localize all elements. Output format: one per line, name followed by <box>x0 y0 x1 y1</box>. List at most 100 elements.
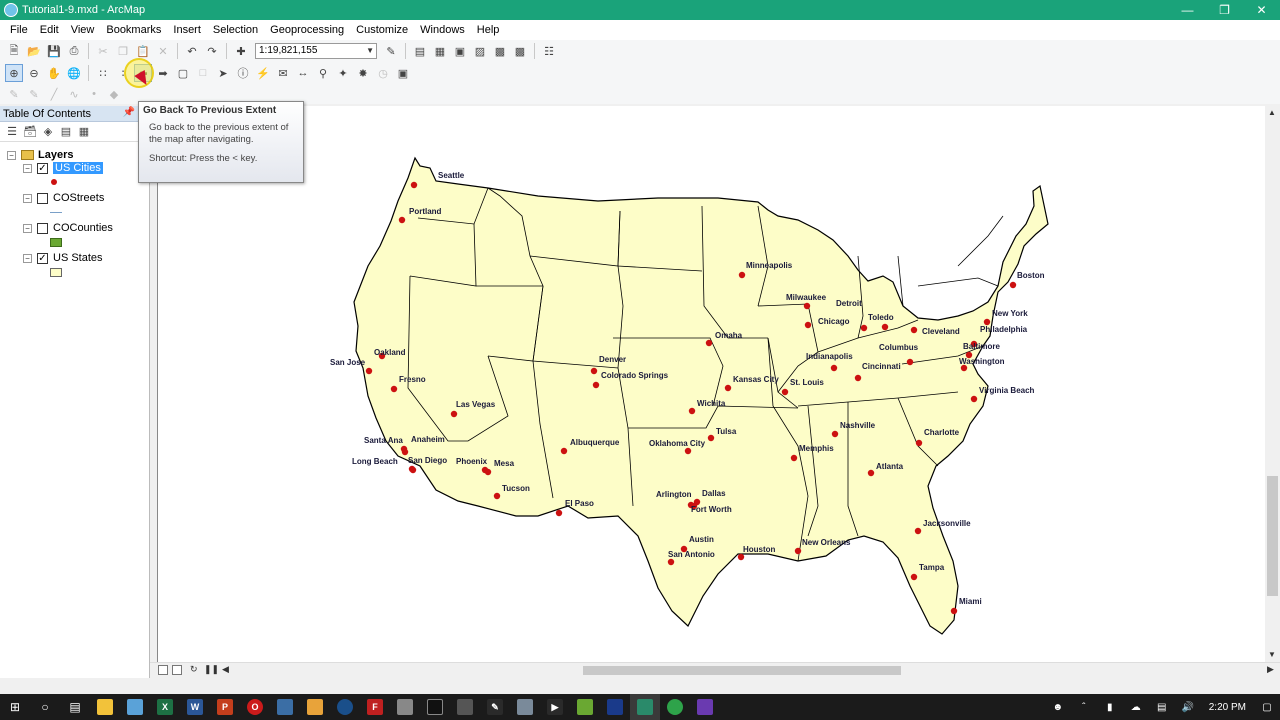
city-point-toledo[interactable] <box>881 323 889 331</box>
add-data-icon[interactable]: ✚ <box>232 42 250 60</box>
city-point-indianapolis[interactable] <box>830 364 838 372</box>
city-point-kansas-city[interactable] <box>724 384 732 392</box>
layer-row-cocounties[interactable]: − COCounties <box>23 221 113 235</box>
menu-help[interactable]: Help <box>471 20 506 40</box>
time-slider-icon[interactable]: ◷ <box>374 64 392 82</box>
collapse-icon[interactable]: − <box>23 253 32 263</box>
scroll-thumb[interactable] <box>1267 476 1278 596</box>
html-popup-icon[interactable]: ✉ <box>274 64 292 82</box>
city-point-virginia-beach[interactable] <box>970 395 978 403</box>
map-scale-combobox[interactable]: 1:19,821,155 ▼ <box>255 43 377 59</box>
city-point-jacksonville[interactable] <box>914 527 922 535</box>
scroll-right-icon[interactable]: ▶ <box>1267 664 1274 675</box>
toc-options-icon[interactable]: ▦ <box>76 124 92 140</box>
toc-layers-root[interactable]: − Layers <box>7 148 73 162</box>
menu-bookmarks[interactable]: Bookmarks <box>100 20 167 40</box>
pause-drawing-icon[interactable]: ❚❚ <box>204 664 219 675</box>
city-point-san-antonio[interactable] <box>667 558 675 566</box>
calculator-icon[interactable] <box>450 694 480 720</box>
zoom-in-icon[interactable]: ⊕ <box>5 64 23 82</box>
pen-icon[interactable]: ✎ <box>480 694 510 720</box>
app-icon[interactable] <box>600 694 630 720</box>
layer-name-us-cities[interactable]: US Cities <box>53 162 103 174</box>
menu-edit[interactable]: Edit <box>34 20 65 40</box>
city-point-tulsa[interactable] <box>707 434 715 442</box>
menu-geoprocessing[interactable]: Geoprocessing <box>264 20 350 40</box>
city-point-denver[interactable] <box>590 367 598 375</box>
notepad-icon[interactable] <box>570 694 600 720</box>
paint-icon[interactable] <box>300 694 330 720</box>
city-point-minneapolis[interactable] <box>738 271 746 279</box>
select-elements-arrow-icon[interactable]: ➤ <box>214 64 232 82</box>
visual-studio-icon[interactable] <box>690 694 720 720</box>
city-point-san-diego[interactable] <box>409 466 417 474</box>
editor-toolbar-icon[interactable]: ✎ <box>382 42 400 60</box>
notifications-icon[interactable]: ▢ <box>1254 702 1280 713</box>
city-point-san-jose[interactable] <box>365 367 373 375</box>
measure-icon[interactable]: ↔ <box>294 64 312 82</box>
save-icon[interactable]: 💾 <box>45 42 63 60</box>
city-point-detroit[interactable] <box>860 324 868 332</box>
scroll-left-icon[interactable]: ◀ <box>222 664 229 675</box>
word-icon[interactable]: W <box>180 694 210 720</box>
table-of-contents-icon[interactable]: ▤ <box>411 42 429 60</box>
app-icon[interactable] <box>660 694 690 720</box>
zoom-out-icon[interactable]: ⊖ <box>25 64 43 82</box>
collapse-icon[interactable]: − <box>23 193 32 203</box>
opera-icon[interactable]: O <box>240 694 270 720</box>
undo-icon[interactable]: ↶ <box>183 42 201 60</box>
arcmap-active-icon[interactable] <box>630 694 660 720</box>
python-window-icon[interactable]: ▩ <box>491 42 509 60</box>
menu-selection[interactable]: Selection <box>207 20 264 40</box>
clear-selection-icon[interactable]: □ <box>194 64 212 82</box>
identify-info-icon[interactable]: ⓘ <box>234 64 252 82</box>
network-icon[interactable]: ▤ <box>1149 702 1175 713</box>
city-point-cincinnati[interactable] <box>854 374 862 382</box>
layer-row-costreets[interactable]: − COStreets <box>23 191 104 205</box>
city-point-tampa[interactable] <box>910 573 918 581</box>
menu-windows[interactable]: Windows <box>414 20 471 40</box>
trace-icon[interactable]: ∿ <box>65 85 83 103</box>
city-point-nashville[interactable] <box>831 430 839 438</box>
scroll-up-icon[interactable]: ▲ <box>1268 108 1276 117</box>
city-point-portland[interactable] <box>398 216 406 224</box>
app-icon[interactable] <box>390 694 420 720</box>
point-icon[interactable]: • <box>85 85 103 103</box>
data-view-icon[interactable] <box>158 665 168 675</box>
app-circle-icon[interactable] <box>330 694 360 720</box>
refresh-icon[interactable]: ↻ <box>190 664 198 675</box>
redo-icon[interactable]: ↷ <box>203 42 221 60</box>
search-icon[interactable]: ○ <box>30 694 60 720</box>
edit-vertices-icon[interactable]: ◆ <box>105 85 123 103</box>
search-window-icon[interactable]: ▣ <box>451 42 469 60</box>
hyperlink-icon[interactable]: ⚡ <box>254 64 272 82</box>
app-icon[interactable] <box>510 694 540 720</box>
terminal-icon[interactable] <box>420 694 450 720</box>
city-point-seattle[interactable] <box>410 181 418 189</box>
map-view[interactable]: Seattle Portland Minneapolis Boston Milwauke… <box>157 106 1265 662</box>
new-document-icon[interactable]: 🗎 <box>5 42 23 60</box>
city-point-tucson[interactable] <box>493 492 501 500</box>
find-route-icon[interactable]: ✦ <box>334 64 352 82</box>
list-by-visibility-icon[interactable]: ◈ <box>40 124 56 140</box>
city-point-milwaukee[interactable] <box>803 302 811 310</box>
layout-view-icon[interactable] <box>172 665 182 675</box>
fixed-zoom-in-icon[interactable]: ∷ <box>94 64 112 82</box>
city-point-anaheim[interactable] <box>401 448 409 456</box>
scroll-down-icon[interactable]: ▼ <box>1268 650 1276 659</box>
city-point-houston[interactable] <box>737 553 745 561</box>
vertical-scrollbar[interactable]: ▲ ▼ <box>1265 106 1280 662</box>
menu-file[interactable]: File <box>4 20 34 40</box>
app-icon[interactable] <box>270 694 300 720</box>
create-viewer-window-icon[interactable]: ▣ <box>394 64 412 82</box>
arcmap-taskbar-icon[interactable] <box>120 694 150 720</box>
maximize-button[interactable]: ❐ <box>1206 0 1243 20</box>
menu-view[interactable]: View <box>65 20 101 40</box>
media-player-icon[interactable]: ▶ <box>540 694 570 720</box>
customize-toolbar-icon[interactable]: ☷ <box>540 42 558 60</box>
edit-tool-icon[interactable]: ✎ <box>5 85 23 103</box>
city-point-new-orleans[interactable] <box>794 547 802 555</box>
layer-row-us-cities[interactable]: − ✓ US Cities <box>23 161 103 175</box>
onedrive-icon[interactable]: ☁ <box>1123 702 1149 713</box>
close-button[interactable]: ✕ <box>1243 0 1280 20</box>
